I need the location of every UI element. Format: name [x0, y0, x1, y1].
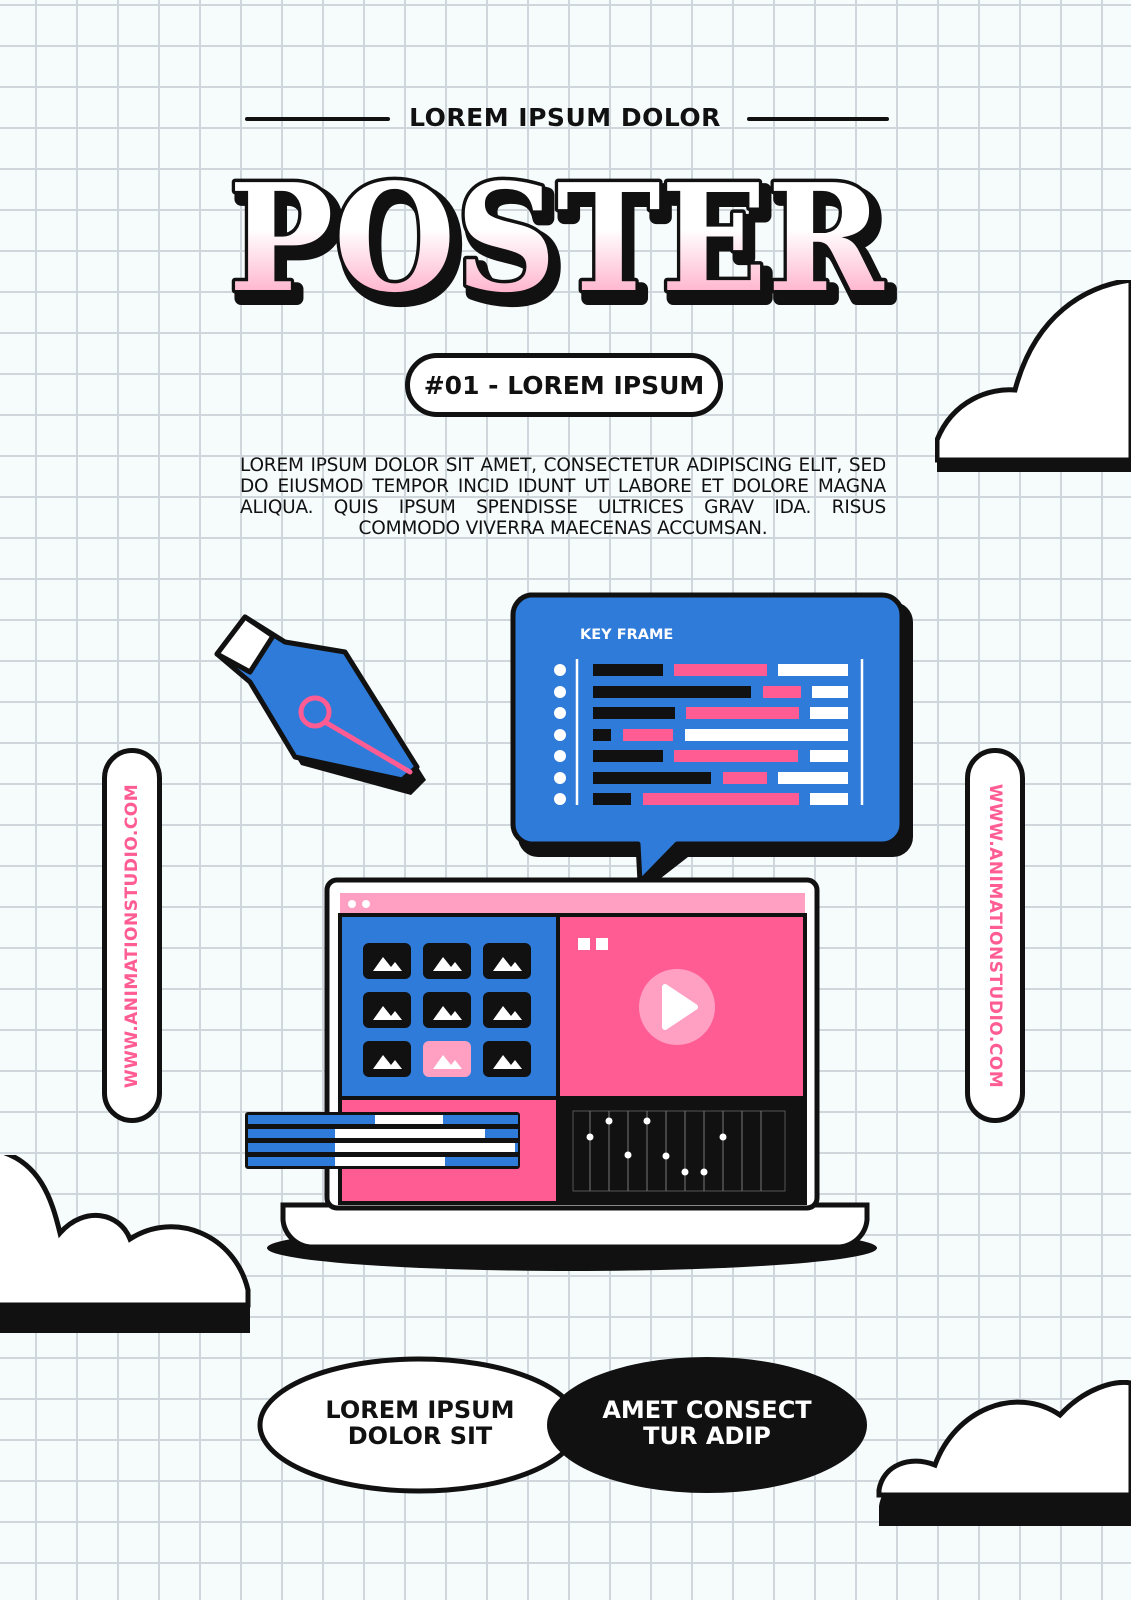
issue-badge: #01 - LOREM IPSUM — [405, 353, 723, 417]
side-url-right-text: WWW.ANIMATIONSTUDIO.COM — [985, 783, 1006, 1088]
body-paragraph: LOREM IPSUM DOLOR SIT AMET, CONSECTETUR … — [240, 455, 886, 539]
cloud-icon-left — [0, 1155, 251, 1333]
cloud-icon-right — [935, 280, 1131, 472]
laptop-illustration — [245, 877, 877, 1271]
footer-right-line1: AMET CONSECT — [602, 1396, 812, 1424]
poster-title: POSTER POSTER — [225, 150, 897, 320]
keyframe-panel — [510, 592, 913, 892]
issue-badge-label: #01 - LOREM IPSUM — [423, 370, 705, 400]
header-kicker: LOREM IPSUM DOLOR — [409, 103, 721, 132]
keyframe-label: KEY FRAME — [580, 627, 674, 643]
footer-left-ellipse: LOREM IPSUM DOLOR SIT — [300, 1397, 540, 1449]
footer-left-line2: DOLOR SIT — [347, 1422, 493, 1450]
footer-right-line2: TUR ADIP — [643, 1422, 771, 1450]
pen-nib-icon — [214, 614, 426, 795]
side-url-left[interactable]: WWW.ANIMATIONSTUDIO.COM — [102, 748, 162, 1123]
side-url-right[interactable]: WWW.ANIMATIONSTUDIO.COM — [965, 748, 1025, 1123]
header-rule-left — [245, 117, 390, 121]
svg-text:POSTER: POSTER — [229, 151, 885, 320]
image-thumbnail-icon — [363, 943, 531, 1077]
side-url-left-text: WWW.ANIMATIONSTUDIO.COM — [122, 783, 143, 1088]
header-rule-right — [747, 117, 889, 121]
cloud-icon-bottom-right — [876, 1380, 1131, 1526]
footer-right-ellipse: AMET CONSECT TUR ADIP — [587, 1397, 827, 1449]
footer-left-line1: LOREM IPSUM — [325, 1396, 515, 1424]
